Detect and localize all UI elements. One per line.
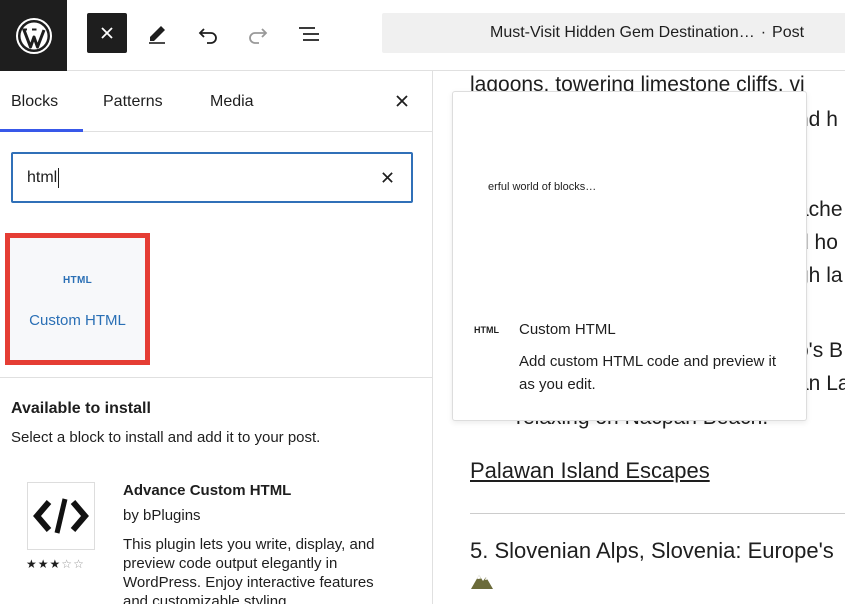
document-title: Must-Visit Hidden Gem Destination… [490, 24, 755, 41]
block-result-custom-html[interactable]: HTML Custom HTML [5, 233, 150, 365]
plugin-author: by bPlugins [123, 507, 201, 524]
title-separator: · [760, 24, 767, 41]
block-preview-popover: erful world of blocks… HTML Custom HTML … [452, 91, 807, 421]
wordpress-logo-icon[interactable] [0, 0, 67, 71]
close-inserter-button[interactable] [87, 13, 127, 53]
plugin-name[interactable]: Advance Custom HTML [123, 482, 291, 499]
plugin-description: This plugin lets you write, display, and… [123, 536, 375, 604]
list-view-button[interactable] [289, 14, 329, 54]
section-divider [0, 377, 432, 378]
close-icon [396, 95, 408, 107]
available-to-install-heading: Available to install [11, 400, 151, 417]
html-block-icon: HTML [63, 275, 92, 286]
separator-block [470, 513, 845, 514]
preview-sample-text: erful world of blocks… [488, 181, 597, 193]
preview-description: Add custom HTML code and preview it as y… [519, 353, 777, 393]
block-search-input[interactable]: html [11, 152, 413, 203]
tools-button[interactable] [137, 14, 177, 54]
star-empty-icon: ☆ [61, 557, 74, 571]
close-icon [381, 171, 393, 183]
list-view-icon [299, 27, 319, 41]
plugin-rating: ★★★☆☆ [26, 557, 85, 571]
post-type-label: Post [772, 24, 805, 41]
block-inserter-panel: Blocks Patterns Media html HTML Custom H… [0, 71, 433, 604]
close-panel-button[interactable] [390, 89, 414, 113]
close-icon [101, 27, 113, 39]
block-result-label: Custom HTML [29, 312, 126, 329]
editor-header: Must-Visit Hidden Gem Destination… · Pos… [0, 0, 845, 71]
mountain-emoji-icon [471, 575, 493, 589]
content-link[interactable]: Palawan Island Escapes [470, 458, 710, 484]
star-filled-icon: ★ [26, 557, 38, 571]
text-caret [58, 167, 60, 188]
pen-icon [149, 26, 165, 44]
active-tab-indicator [0, 129, 83, 132]
clear-search-button[interactable] [377, 167, 397, 187]
tab-patterns[interactable]: Patterns [103, 71, 163, 132]
preview-title: Custom HTML [519, 321, 616, 338]
search-value: html [27, 169, 58, 186]
star-filled-icon: ★ [49, 557, 62, 571]
undo-icon [198, 28, 217, 44]
undo-button[interactable] [188, 14, 228, 54]
redo-button[interactable] [238, 14, 278, 54]
plugin-code-icon[interactable] [27, 482, 95, 550]
star-empty-icon: ☆ [73, 557, 85, 571]
inserter-tabs: Blocks Patterns Media [0, 71, 432, 132]
star-filled-icon: ★ [37, 557, 50, 571]
tab-blocks[interactable]: Blocks [11, 71, 58, 132]
html-block-icon: HTML [474, 325, 499, 335]
tab-media[interactable]: Media [210, 71, 254, 132]
content-heading: 5. Slovenian Alps, Slovenia: Europe's [470, 538, 834, 563]
redo-icon [249, 28, 268, 44]
available-to-install-description: Select a block to install and add it to … [11, 429, 321, 446]
document-title-bar[interactable]: Must-Visit Hidden Gem Destination… · Pos… [382, 13, 845, 53]
